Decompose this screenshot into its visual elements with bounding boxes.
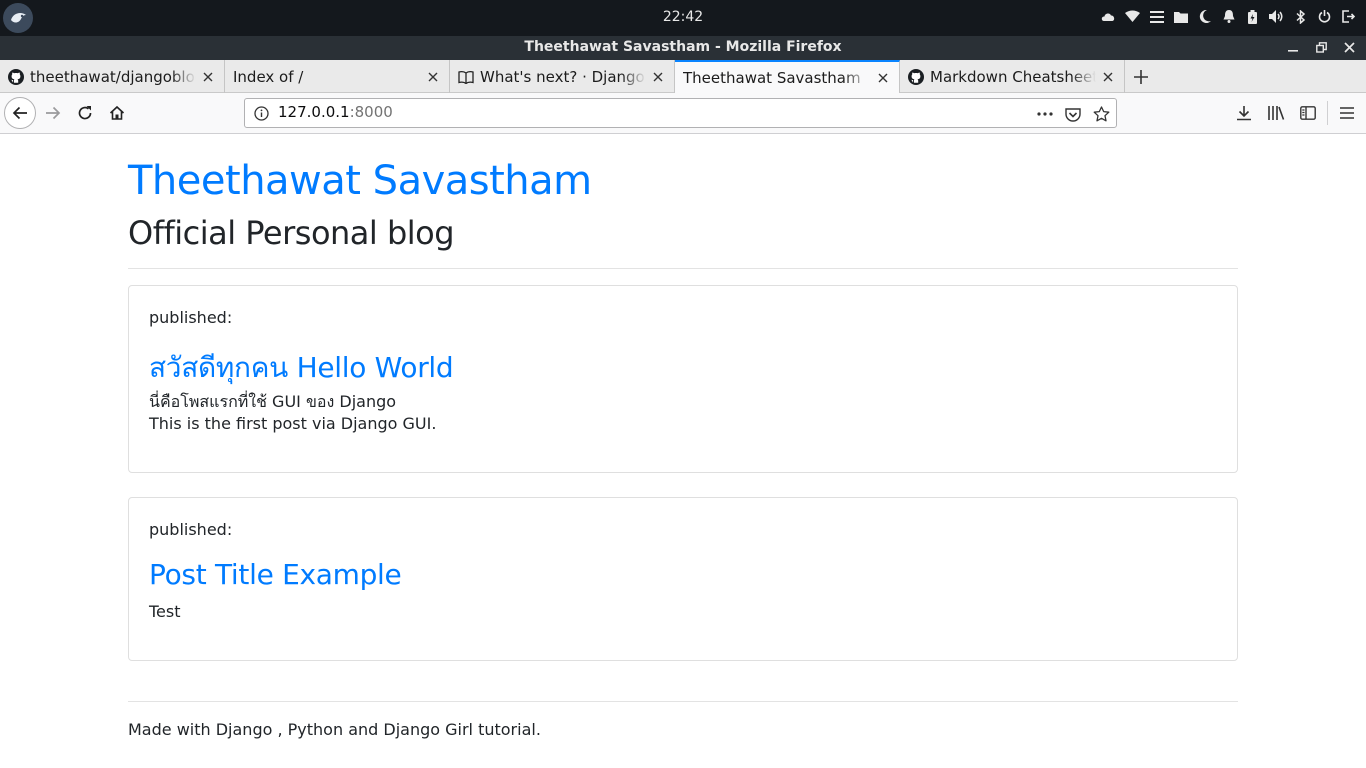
tab-label: Index of / — [233, 67, 304, 86]
sidebar-icon[interactable] — [1298, 103, 1318, 123]
tab-theethawat-savastham[interactable]: Theethawat Savastham — [675, 60, 900, 94]
window-controls — [1286, 39, 1356, 55]
post-date-label: published: — [149, 308, 233, 327]
reload-button[interactable] — [69, 97, 101, 129]
hamburger-menu-icon[interactable] — [1337, 103, 1357, 123]
tab-index-of[interactable]: Index of / — [225, 60, 450, 93]
post-body-line: นี่คือโพสแรกที่ใช้ GUI ของ Django — [149, 392, 397, 411]
moon-icon[interactable] — [1197, 9, 1212, 24]
url-host: 127.0.0.1 — [278, 103, 350, 121]
tab-label: Theethawat Savastham — [683, 68, 861, 87]
bell-icon[interactable] — [1221, 9, 1236, 24]
url-port: :8000 — [349, 103, 393, 121]
downloads-icon[interactable] — [1234, 103, 1254, 123]
pocket-icon[interactable] — [1063, 104, 1083, 124]
url-bar[interactable]: 127.0.0.1:8000 — [244, 98, 1117, 128]
tab-label: theethawat/djangoblog — [30, 67, 196, 86]
restore-icon[interactable] — [1314, 39, 1328, 55]
plus-icon — [1134, 69, 1148, 84]
site-subtitle: Official Personal blog — [128, 214, 455, 252]
tab-label: What's next? · Django Girls — [480, 67, 646, 86]
github-icon — [8, 68, 24, 85]
book-icon — [458, 69, 474, 85]
tab-strip: theethawat/djangoblog Index of / What's … — [0, 60, 1366, 94]
footer-divider — [128, 701, 1238, 702]
cloud-icon[interactable] — [1101, 9, 1116, 24]
tab-djangoblog[interactable]: theethawat/djangoblog — [0, 60, 225, 93]
reload-icon — [78, 106, 92, 120]
logout-icon[interactable] — [1341, 9, 1356, 24]
battery-icon[interactable] — [1245, 9, 1260, 24]
close-tab-icon[interactable] — [875, 70, 891, 86]
page-actions-icon[interactable] — [1035, 104, 1055, 124]
home-icon — [109, 105, 125, 120]
library-icon[interactable] — [1266, 103, 1286, 123]
close-tab-icon[interactable] — [425, 69, 441, 85]
github-icon — [908, 68, 924, 85]
post-body-line: Test — [149, 602, 181, 621]
close-tab-icon[interactable] — [200, 69, 216, 85]
page-content: Theethawat Savastham Official Personal b… — [0, 134, 1366, 768]
close-tab-icon[interactable] — [650, 69, 666, 85]
post-title-link[interactable]: สวัสดีทุกคน Hello World — [149, 346, 454, 390]
window-title-bar[interactable]: Theethawat Savastham - Mozilla Firefox — [0, 36, 1366, 60]
bluetooth-icon[interactable] — [1293, 9, 1308, 24]
navigation-toolbar: 127.0.0.1:8000 — [0, 93, 1366, 134]
post-card: published: Post Title Example Test — [128, 497, 1238, 661]
back-button[interactable] — [4, 97, 36, 129]
window-title: Theethawat Savastham - Mozilla Firefox — [524, 39, 842, 55]
arrow-right-icon — [46, 106, 61, 120]
new-tab-button[interactable] — [1128, 60, 1154, 93]
volume-icon[interactable] — [1269, 9, 1284, 24]
wifi-icon[interactable] — [1125, 9, 1140, 24]
post-card: published: สวัสดีทุกคน Hello World นี่คื… — [128, 285, 1238, 473]
arrow-left-icon — [12, 106, 27, 120]
minimize-icon[interactable] — [1286, 39, 1300, 55]
tab-whats-next[interactable]: What's next? · Django Girls — [450, 60, 675, 93]
footer-text: Made with Django , Python and Django Gir… — [128, 720, 541, 739]
tab-markdown-cheatsheet[interactable]: Markdown Cheatsheet — [900, 60, 1125, 93]
site-title-link[interactable]: Theethawat Savastham — [128, 158, 592, 204]
toolbar-separator — [1327, 101, 1328, 125]
post-body-line: This is the first post via Django GUI. — [149, 414, 437, 433]
tab-label: Markdown Cheatsheet — [930, 67, 1096, 86]
power-icon[interactable] — [1317, 9, 1332, 24]
close-window-icon[interactable] — [1342, 39, 1356, 55]
page-header: Theethawat Savastham Official Personal b… — [128, 158, 1238, 269]
home-button[interactable] — [101, 97, 133, 129]
system-tray — [1101, 9, 1356, 24]
os-top-bar: 22:42 — [0, 0, 1366, 36]
forward-button[interactable] — [37, 97, 69, 129]
close-tab-icon[interactable] — [1100, 69, 1116, 85]
folder-icon[interactable] — [1173, 9, 1188, 24]
post-date-label: published: — [149, 520, 233, 539]
bookmark-star-icon[interactable] — [1091, 104, 1111, 124]
info-icon[interactable] — [253, 105, 269, 121]
url-text[interactable]: 127.0.0.1:8000 — [278, 103, 393, 121]
post-title-link[interactable]: Post Title Example — [149, 558, 402, 591]
menu-icon[interactable] — [1149, 9, 1164, 24]
